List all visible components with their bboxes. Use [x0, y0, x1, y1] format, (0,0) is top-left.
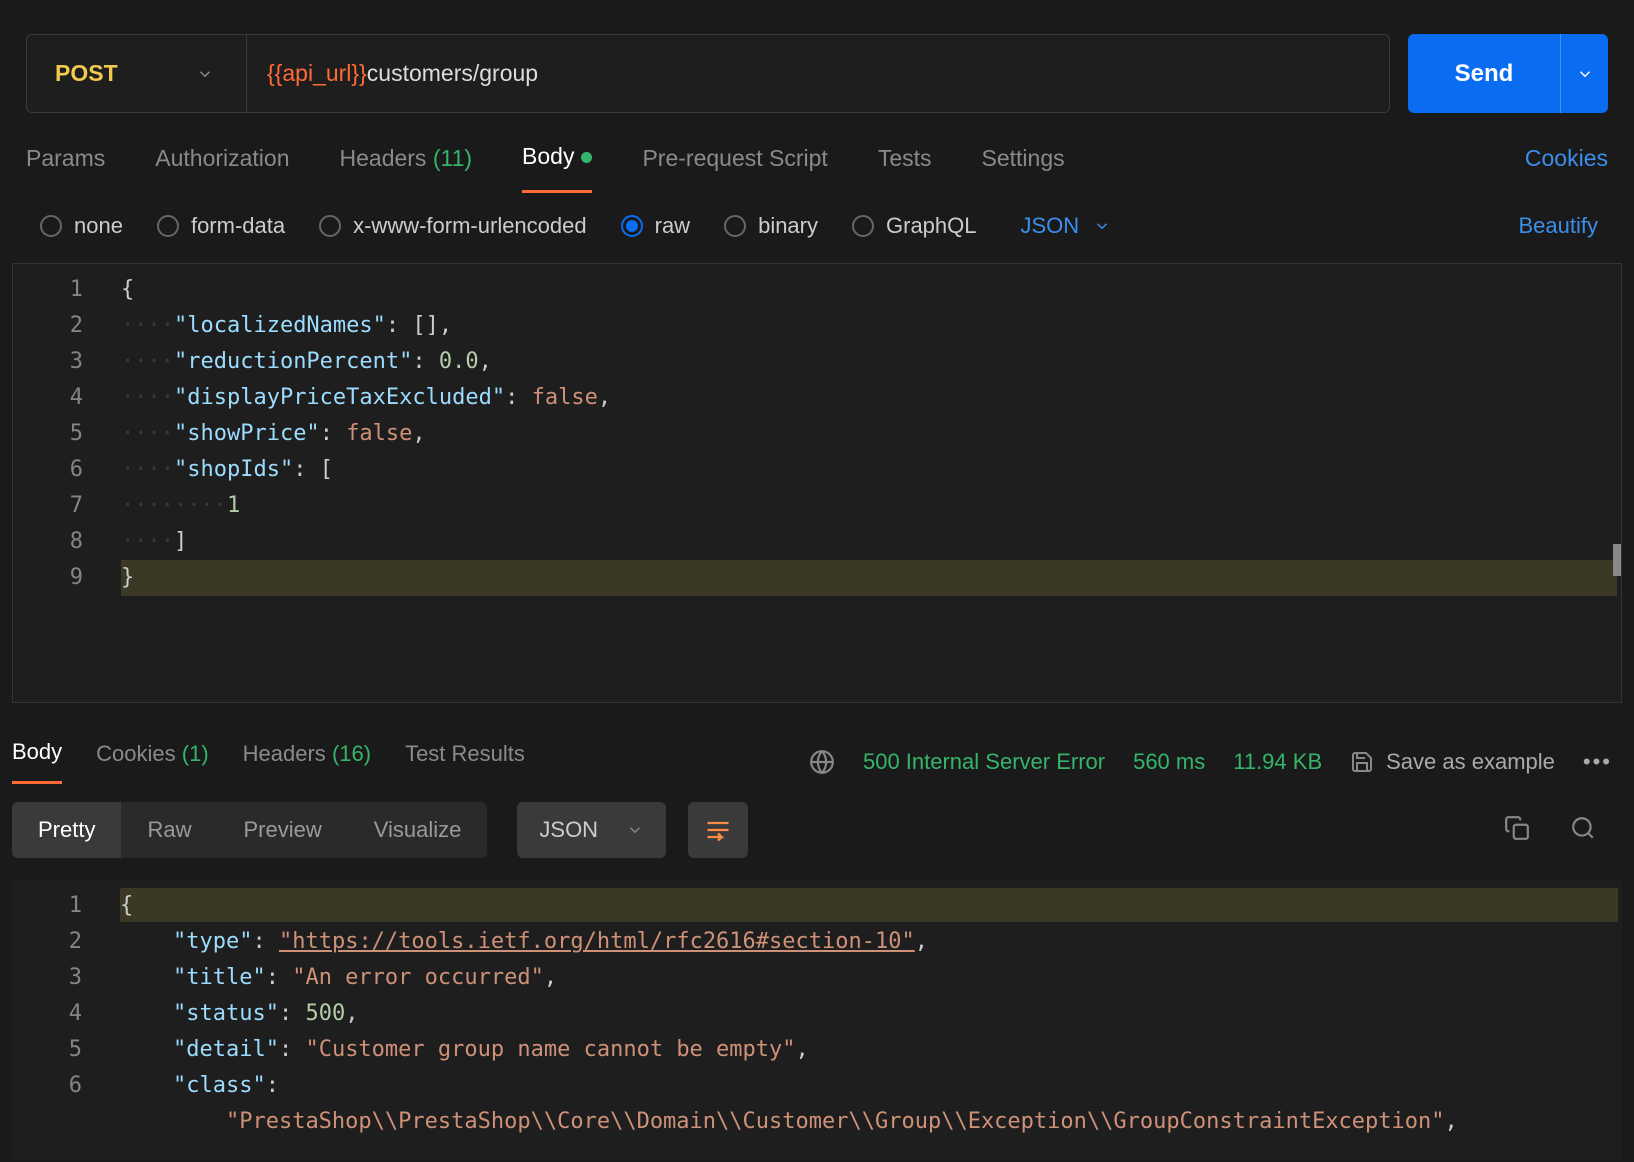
save-icon: [1350, 750, 1374, 774]
view-preview[interactable]: Preview: [217, 802, 347, 858]
radio-urlencoded[interactable]: x-www-form-urlencoded: [319, 213, 587, 239]
view-raw[interactable]: Raw: [121, 802, 217, 858]
response-tab-cookies[interactable]: Cookies (1): [96, 741, 209, 783]
more-icon[interactable]: •••: [1583, 749, 1612, 775]
radio-binary[interactable]: binary: [724, 213, 818, 239]
chevron-down-icon: [196, 65, 214, 83]
response-tab-tests[interactable]: Test Results: [405, 741, 525, 783]
line-gutter: 123456789: [13, 272, 105, 596]
http-method-label: POST: [55, 60, 118, 87]
globe-icon[interactable]: [809, 749, 835, 775]
tab-prereq[interactable]: Pre-request Script: [642, 145, 827, 192]
copy-icon[interactable]: [1504, 815, 1530, 846]
send-group: Send: [1408, 34, 1608, 113]
tab-tests[interactable]: Tests: [878, 145, 932, 192]
response-size: 11.94 KB: [1233, 749, 1322, 775]
radio-raw[interactable]: raw: [621, 213, 690, 239]
wrap-icon: [704, 816, 732, 844]
response-tab-headers[interactable]: Headers (16): [243, 741, 371, 783]
raw-format-select[interactable]: JSON: [1021, 213, 1112, 239]
response-view-row: Pretty Raw Preview Visualize JSON: [0, 784, 1634, 858]
tab-settings[interactable]: Settings: [982, 145, 1065, 192]
request-body-editor[interactable]: 123456789 { ····"localizedNames": [], ··…: [12, 263, 1622, 703]
url-variable: {{api_url}}: [267, 60, 367, 87]
tab-authorization[interactable]: Authorization: [155, 145, 289, 192]
body-type-options: none form-data x-www-form-urlencoded raw…: [0, 193, 1634, 263]
chevron-down-icon: [1576, 65, 1594, 83]
http-method-select[interactable]: POST: [27, 35, 247, 112]
radio-graphql[interactable]: GraphQL: [852, 213, 977, 239]
tab-body[interactable]: Body: [522, 143, 592, 193]
send-dropdown-button[interactable]: [1560, 34, 1608, 113]
radio-form-data[interactable]: form-data: [157, 213, 285, 239]
wrap-lines-button[interactable]: [688, 802, 748, 858]
response-code-content: { "type": "https://tools.ietf.org/html/r…: [120, 888, 1616, 1140]
beautify-button[interactable]: Beautify: [1519, 213, 1599, 239]
search-icon[interactable]: [1570, 815, 1596, 846]
view-visualize[interactable]: Visualize: [348, 802, 488, 858]
request-tabs: Params Authorization Headers (11) Body P…: [0, 113, 1634, 193]
radio-none[interactable]: none: [40, 213, 123, 239]
response-tabs: Body Cookies (1) Headers (16) Test Resul…: [0, 703, 1634, 784]
response-format-select[interactable]: JSON: [517, 802, 666, 858]
code-content: { ····"localizedNames": [], ····"reducti…: [121, 272, 1615, 596]
url-input[interactable]: {{api_url}}customers/group: [247, 35, 1389, 112]
url-path: customers/group: [367, 60, 538, 87]
send-button[interactable]: Send: [1408, 34, 1560, 113]
response-time: 560 ms: [1133, 749, 1205, 775]
chevron-down-icon: [1093, 217, 1111, 235]
response-body-editor[interactable]: 123456 { "type": "https://tools.ietf.org…: [12, 880, 1622, 1160]
response-gutter: 123456: [12, 888, 104, 1104]
scroll-indicator: [1613, 544, 1621, 576]
chevron-down-icon: [626, 821, 644, 839]
save-as-example-button[interactable]: Save as example: [1350, 749, 1555, 775]
view-mode-tabs: Pretty Raw Preview Visualize: [12, 802, 487, 858]
tab-params[interactable]: Params: [26, 145, 105, 192]
tab-headers[interactable]: Headers (11): [340, 145, 473, 192]
cookies-link[interactable]: Cookies: [1525, 145, 1608, 192]
request-bar: POST {{api_url}}customers/group: [26, 34, 1390, 113]
view-pretty[interactable]: Pretty: [12, 802, 121, 858]
modified-dot-icon: [581, 152, 592, 163]
response-tab-body[interactable]: Body: [12, 739, 62, 784]
status-code: 500 Internal Server Error: [863, 749, 1105, 775]
